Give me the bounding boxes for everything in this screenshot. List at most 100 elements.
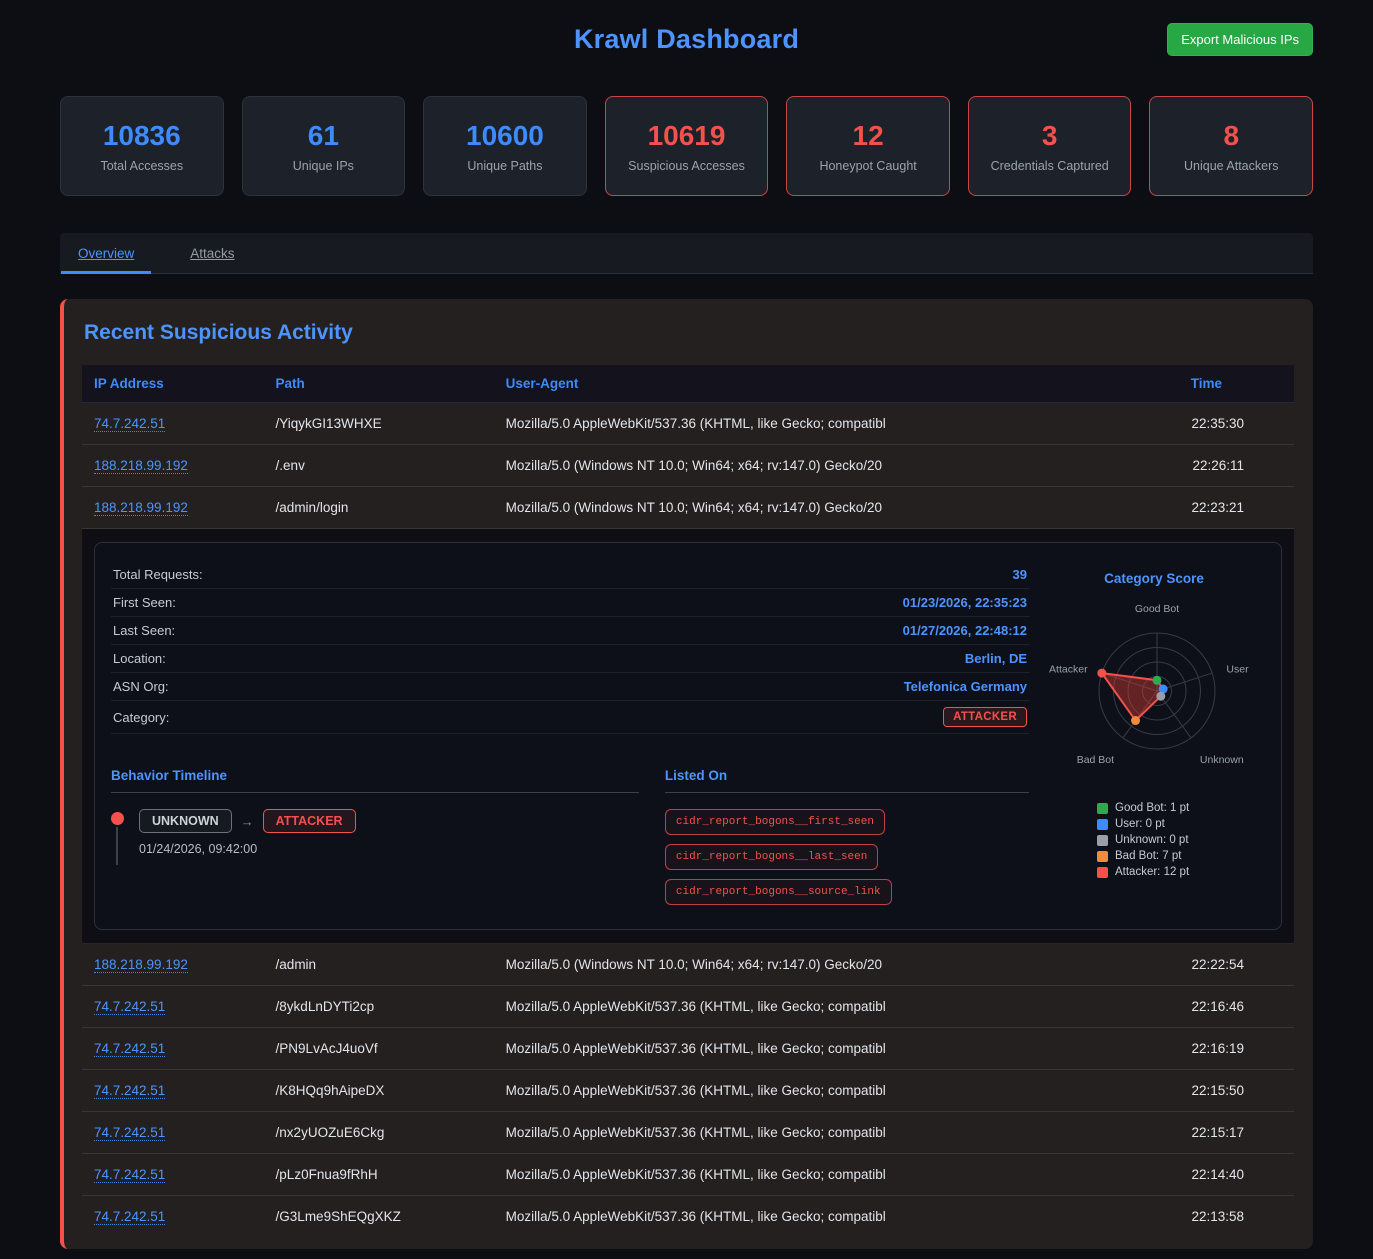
export-malicious-ips-button[interactable]: Export Malicious IPs	[1167, 23, 1313, 56]
stat-label: Unique Paths	[467, 159, 542, 173]
field-label: Location:	[113, 651, 166, 666]
ip-cell: 188.218.99.192	[82, 944, 264, 986]
behavior-timeline-section: Behavior Timeline UNKNOWN → ATTACKER 01/…	[111, 768, 639, 905]
stat-card-honeypot-caught: 12 Honeypot Caught	[786, 96, 950, 196]
ip-address-link[interactable]: 74.7.242.51	[94, 1125, 165, 1141]
ip-address-link[interactable]: 74.7.242.51	[94, 1041, 165, 1057]
listed-on-title: Listed On	[665, 768, 1029, 793]
user-agent-cell: Mozilla/5.0 AppleWebKit/537.36 (KHTML, l…	[494, 403, 1117, 445]
ip-address-link[interactable]: 188.218.99.192	[94, 957, 188, 973]
field-value: Berlin, DE	[965, 651, 1027, 666]
ip-cell: 74.7.242.51	[82, 986, 264, 1028]
ip-address-link[interactable]: 74.7.242.51	[94, 1167, 165, 1183]
recent-suspicious-activity-panel: Recent Suspicious Activity IP AddressPat…	[60, 299, 1313, 1249]
ip-address-link[interactable]: 188.218.99.192	[94, 500, 188, 516]
ip-cell: 74.7.242.51	[82, 1196, 264, 1238]
dashboard-container: Krawl Dashboard Export Malicious IPs 108…	[60, 0, 1313, 1249]
table-row[interactable]: 188.218.99.192/admin/loginMozilla/5.0 (W…	[82, 487, 1294, 529]
table-row[interactable]: 74.7.242.51/nx2yUOZuE6CkgMozilla/5.0 App…	[82, 1112, 1294, 1154]
time-cell: 22:26:11	[1116, 445, 1294, 487]
legend-swatch-icon	[1097, 803, 1108, 814]
legend-label: Attacker: 12 pt	[1115, 866, 1189, 878]
legend-item: Attacker: 12 pt	[1097, 866, 1189, 878]
ip-address-link[interactable]: 74.7.242.51	[94, 416, 165, 432]
table-row[interactable]: 74.7.242.51/8ykdLnDYTi2cpMozilla/5.0 App…	[82, 986, 1294, 1028]
path-cell: /PN9LvAcJ4uoVf	[264, 1028, 494, 1070]
legend-swatch-icon	[1097, 867, 1108, 878]
field-value: 39	[1013, 567, 1027, 582]
ip-detail-panel: Total Requests: 39 First Seen: 01/23/2026, …	[94, 542, 1282, 930]
stat-card-suspicious-accesses: 10619 Suspicious Accesses	[605, 96, 769, 196]
radar-axis-label: Bad Bot	[1077, 754, 1114, 766]
table-row[interactable]: 188.218.99.192/adminMozilla/5.0 (Windows…	[82, 944, 1294, 986]
header: Krawl Dashboard Export Malicious IPs	[60, 0, 1313, 78]
column-header-time: Time	[1116, 365, 1294, 403]
stat-value: 61	[308, 120, 339, 152]
legend-label: User: 0 pt	[1115, 818, 1165, 830]
stat-card-total-accesses: 10836Total Accesses	[60, 96, 224, 196]
detail-field-row: Last Seen:01/27/2026, 22:48:12	[111, 617, 1029, 645]
timeline-to-badge: ATTACKER	[263, 809, 356, 833]
stat-value: 12	[853, 120, 884, 152]
suspicious-activity-table: IP AddressPathUser-AgentTime 74.7.242.51…	[82, 365, 1294, 1237]
radar-axis-label: Attacker	[1049, 663, 1088, 675]
path-cell: /8ykdLnDYTi2cp	[264, 986, 494, 1028]
stat-value: 10619	[648, 120, 726, 152]
stat-value: 8	[1223, 120, 1239, 152]
detail-field-row: Total Requests: 39	[111, 561, 1029, 589]
field-label: Category:	[113, 710, 169, 725]
listed-on-badge: cidr_report_bogons__first_seen	[665, 809, 885, 835]
ip-cell: 74.7.242.51	[82, 1154, 264, 1196]
path-cell: /admin	[264, 944, 494, 986]
table-row[interactable]: 74.7.242.51/G3Lme9ShEQgXKZMozilla/5.0 Ap…	[82, 1196, 1294, 1238]
table-row[interactable]: 74.7.242.51/PN9LvAcJ4uoVfMozilla/5.0 App…	[82, 1028, 1294, 1070]
table-row[interactable]: 188.218.99.192/.envMozilla/5.0 (Windows …	[82, 445, 1294, 487]
ip-detail-fields: Total Requests: 39 First Seen: 01/23/2026, …	[111, 561, 1029, 734]
tab-overview[interactable]: Overview	[61, 233, 151, 273]
stat-label: Honeypot Caught	[819, 159, 916, 173]
detail-field-row: Category:ATTACKER	[111, 701, 1029, 734]
legend-item: Good Bot: 1 pt	[1097, 802, 1189, 814]
chart-legend: Good Bot: 1 ptUser: 0 ptUnknown: 0 ptBad…	[1097, 802, 1189, 882]
legend-label: Good Bot: 1 pt	[1115, 802, 1189, 814]
panel-title: Recent Suspicious Activity	[84, 321, 1294, 345]
path-cell: /K8HQq9hAipeDX	[264, 1070, 494, 1112]
category-score-radar-chart: Good BotUserUnknownBad BotAttacker	[1045, 588, 1263, 790]
timeline-timestamp: 01/24/2026, 09:42:00	[139, 842, 639, 856]
ip-address-link[interactable]: 74.7.242.51	[94, 1083, 165, 1099]
stat-card-unique-attackers: 8Unique Attackers	[1149, 96, 1313, 196]
ip-cell: 188.218.99.192	[82, 445, 264, 487]
ip-address-link[interactable]: 74.7.242.51	[94, 999, 165, 1015]
table-row[interactable]: 74.7.242.51/K8HQq9hAipeDXMozilla/5.0 App…	[82, 1070, 1294, 1112]
legend-swatch-icon	[1097, 835, 1108, 846]
path-cell: /YiqykGI13WHXE	[264, 403, 494, 445]
stat-card-unique-ips: 61Unique IPs	[242, 96, 406, 196]
legend-swatch-icon	[1097, 819, 1108, 830]
path-cell: /pLz0Fnua9fRhH	[264, 1154, 494, 1196]
page-title: Krawl Dashboard	[574, 24, 799, 55]
field-value: 01/23/2026, 22:35:23	[903, 595, 1027, 610]
behavior-timeline-title: Behavior Timeline	[111, 768, 639, 793]
legend-swatch-icon	[1097, 851, 1108, 862]
stat-label: Suspicious Accesses	[628, 159, 745, 173]
tab-bar: Overview Attacks	[60, 233, 1313, 274]
field-label: First Seen:	[113, 595, 176, 610]
field-label: Total Requests:	[113, 567, 203, 582]
legend-item: User: 0 pt	[1097, 818, 1189, 830]
ip-address-link[interactable]: 74.7.242.51	[94, 1209, 165, 1225]
radar-axis-label: User	[1226, 663, 1249, 675]
ip-cell: 74.7.242.51	[82, 1112, 264, 1154]
ip-address-link[interactable]: 188.218.99.192	[94, 458, 188, 474]
timeline-connector-line	[116, 827, 118, 865]
time-cell: 22:15:50	[1116, 1070, 1294, 1112]
table-row[interactable]: 74.7.242.51/pLz0Fnua9fRhHMozilla/5.0 App…	[82, 1154, 1294, 1196]
user-agent-cell: Mozilla/5.0 (Windows NT 10.0; Win64; x64…	[494, 487, 1117, 529]
stat-label: Credentials Captured	[991, 159, 1109, 173]
radar-axis-label: Unknown	[1200, 754, 1244, 766]
listed-on-badge: cidr_report_bogons__last_seen	[665, 844, 878, 870]
detail-cell: Total Requests: 39 First Seen: 01/23/2026, …	[82, 529, 1294, 944]
field-value: 01/27/2026, 22:48:12	[903, 623, 1027, 638]
tab-attacks[interactable]: Attacks	[173, 233, 251, 273]
table-row[interactable]: 74.7.242.51/YiqykGI13WHXEMozilla/5.0 App…	[82, 403, 1294, 445]
legend-item: Bad Bot: 7 pt	[1097, 850, 1189, 862]
